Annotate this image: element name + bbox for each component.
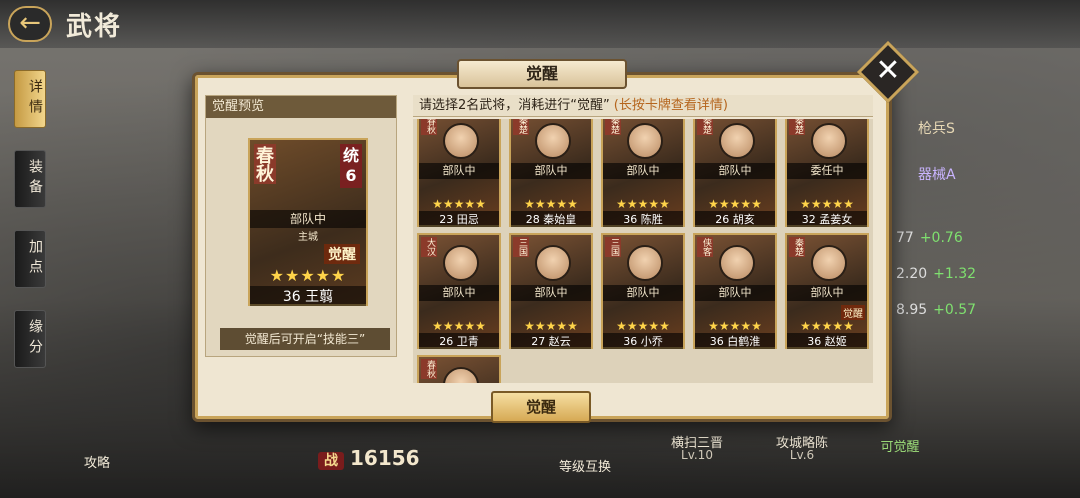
- stat-row: 8.95 +0.57: [896, 302, 977, 318]
- page-title: 武将: [66, 12, 123, 42]
- select-instruction: 请选择2名武将，消耗进行“觉醒” (长按卡牌查看详情): [413, 95, 873, 117]
- star-rating: ★★★★★: [616, 197, 670, 211]
- era-tag: 春秋: [253, 144, 276, 184]
- stat-row: 77 +0.76: [896, 230, 963, 246]
- faction-tag: 秦楚: [513, 119, 529, 135]
- hero-status: 部队中: [695, 285, 775, 301]
- skill-siege-level: Lv.6: [789, 448, 815, 462]
- hero-name: 36 白鹤淮: [695, 333, 775, 349]
- star-rating: ★★★★★: [432, 319, 486, 333]
- hero-name: 27 赵云: [511, 333, 591, 349]
- hero-card[interactable]: 三国部队中 ★★★★★ 27 赵云: [509, 233, 593, 349]
- hero-card[interactable]: 秦楚部队中 ★★★★★ 26 胡亥: [693, 119, 777, 227]
- hero-name: 26 胡亥: [695, 211, 775, 227]
- power-display: 战 16156: [318, 446, 420, 470]
- preview-header: 觉醒预览: [206, 96, 396, 118]
- star-rating: ★★★★★: [708, 319, 762, 333]
- star-rating: ★★★★★: [708, 197, 762, 211]
- star-rating: ★★★★★: [432, 197, 486, 211]
- hero-portrait: [627, 123, 663, 159]
- top-bar: ← 武将: [0, 0, 1080, 48]
- hero-name: 32 孟姜女: [787, 211, 867, 227]
- skill-tag-spear: 枪兵S: [918, 121, 955, 137]
- hero-name: 36 赵姬: [787, 333, 867, 349]
- back-arrow-icon[interactable]: ←: [8, 6, 52, 42]
- hero-portrait: [443, 123, 479, 159]
- faction-tag: 大汉: [421, 237, 437, 257]
- hero-portrait: [719, 245, 755, 281]
- strategy-button[interactable]: 攻略: [72, 452, 122, 471]
- skill-unlock-note: 觉醒后可开启“技能三”: [220, 328, 390, 350]
- faction-tag: 三国: [605, 237, 621, 257]
- hero-portrait: [535, 123, 571, 159]
- hero-name: 36 陈胜: [603, 211, 683, 227]
- hero-location: 主城: [298, 232, 318, 243]
- hero-status: 委任中: [787, 163, 867, 179]
- skill-tag-siege: 器械A: [918, 167, 956, 183]
- hero-card[interactable]: 秦楚委任中 ★★★★★ 32 孟姜女: [785, 119, 869, 227]
- hero-name: 36 王翦: [250, 286, 366, 306]
- hero-status: 部队中: [511, 285, 591, 301]
- hero-card[interactable]: 秦楚部队中 ★★★★★ 28 秦始皇: [509, 119, 593, 227]
- preview-hero-card[interactable]: 春秋 统6 部队中 主城 觉醒 ★★★★★ 36 王翦: [248, 138, 368, 306]
- hero-card[interactable]: 秦楚部队中觉醒 ★★★★★ 36 赵姬: [785, 233, 869, 349]
- hero-name: 28 秦始皇: [511, 211, 591, 227]
- hero-card[interactable]: 大汉部队中 ★★★★★ 26 卫青: [417, 233, 501, 349]
- hero-card[interactable]: 春秋: [417, 355, 501, 383]
- awaken-modal: 觉醒 觉醒预览 春秋 统6 部队中 主城 觉醒 ★★★★★ 36 王翦 觉醒后可…: [192, 59, 892, 423]
- hero-card[interactable]: 侠客部队中 ★★★★★ 36 白鹤淮: [693, 233, 777, 349]
- hero-name: 23 田忌: [419, 211, 499, 227]
- hero-portrait: [443, 367, 479, 383]
- hero-status: 部队中: [419, 163, 499, 179]
- skill-sweep-level: Lv.10: [681, 448, 713, 462]
- awaken-available-button[interactable]: 可觉醒: [870, 436, 930, 455]
- faction-tag: 春秋: [421, 359, 437, 379]
- hero-status: 部队中: [787, 285, 867, 301]
- faction-tag: 秦楚: [697, 119, 713, 135]
- hero-name: 26 卫青: [419, 333, 499, 349]
- hero-portrait: [443, 245, 479, 281]
- hero-portrait: [811, 245, 847, 281]
- hero-status: 部队中: [603, 163, 683, 179]
- awaken-confirm-button[interactable]: 觉醒: [491, 391, 591, 423]
- hero-selection-grid[interactable]: 春秋 部队中 ★★★★★ 23 田忌 秦楚 部队中 ★★★★★ 28 秦始皇 秦楚 部队中 ★★★★…: [413, 119, 873, 383]
- modal-title: 觉醒: [457, 59, 627, 89]
- awaken-preview-panel: 觉醒预览 春秋 统6 部队中 主城 觉醒 ★★★★★ 36 王翦 觉醒后可开启“…: [205, 95, 397, 357]
- hero-status: 部队中: [419, 285, 499, 301]
- awaken-badge: 觉醒: [324, 244, 360, 264]
- tab-points[interactable]: 加点: [14, 230, 46, 288]
- awaken-badge: 觉醒: [841, 305, 865, 320]
- hero-portrait: [811, 123, 847, 159]
- faction-tag: 秦楚: [789, 119, 805, 135]
- hero-card[interactable]: 春秋部队中 ★★★★★ 23 田忌: [417, 119, 501, 227]
- star-rating: ★★★★★: [269, 266, 347, 285]
- star-rating: ★★★★★: [800, 197, 854, 211]
- faction-tag: 秦楚: [605, 119, 621, 135]
- faction-tag: 春秋: [421, 119, 437, 135]
- level-swap-button[interactable]: 等级互换: [540, 456, 630, 475]
- star-rating: ★★★★★: [800, 319, 854, 333]
- hero-status: 部队中: [603, 285, 683, 301]
- hero-portrait: [535, 245, 571, 281]
- hero-card[interactable]: 秦楚部队中 ★★★★★ 36 陈胜: [601, 119, 685, 227]
- hero-card[interactable]: 三国部队中 ★★★★★ 36 小乔: [601, 233, 685, 349]
- hero-portrait: [719, 123, 755, 159]
- star-rating: ★★★★★: [616, 319, 670, 333]
- command-badge: 统6: [340, 144, 362, 188]
- hero-portrait: [627, 245, 663, 281]
- tab-equipment[interactable]: 装备: [14, 150, 46, 208]
- hero-status: 部队中: [695, 163, 775, 179]
- tab-details[interactable]: 详情: [14, 70, 46, 128]
- star-rating: ★★★★★: [524, 319, 578, 333]
- faction-tag: 三国: [513, 237, 529, 257]
- hero-status: 部队中: [511, 163, 591, 179]
- stat-row: 2.20 +1.32: [896, 266, 977, 282]
- tab-bonds[interactable]: 缘分: [14, 310, 46, 368]
- faction-tag: 秦楚: [789, 237, 805, 257]
- hero-name: 36 小乔: [603, 333, 683, 349]
- star-rating: ★★★★★: [524, 197, 578, 211]
- faction-tag: 侠客: [697, 237, 713, 257]
- hero-status: 部队中: [250, 210, 366, 228]
